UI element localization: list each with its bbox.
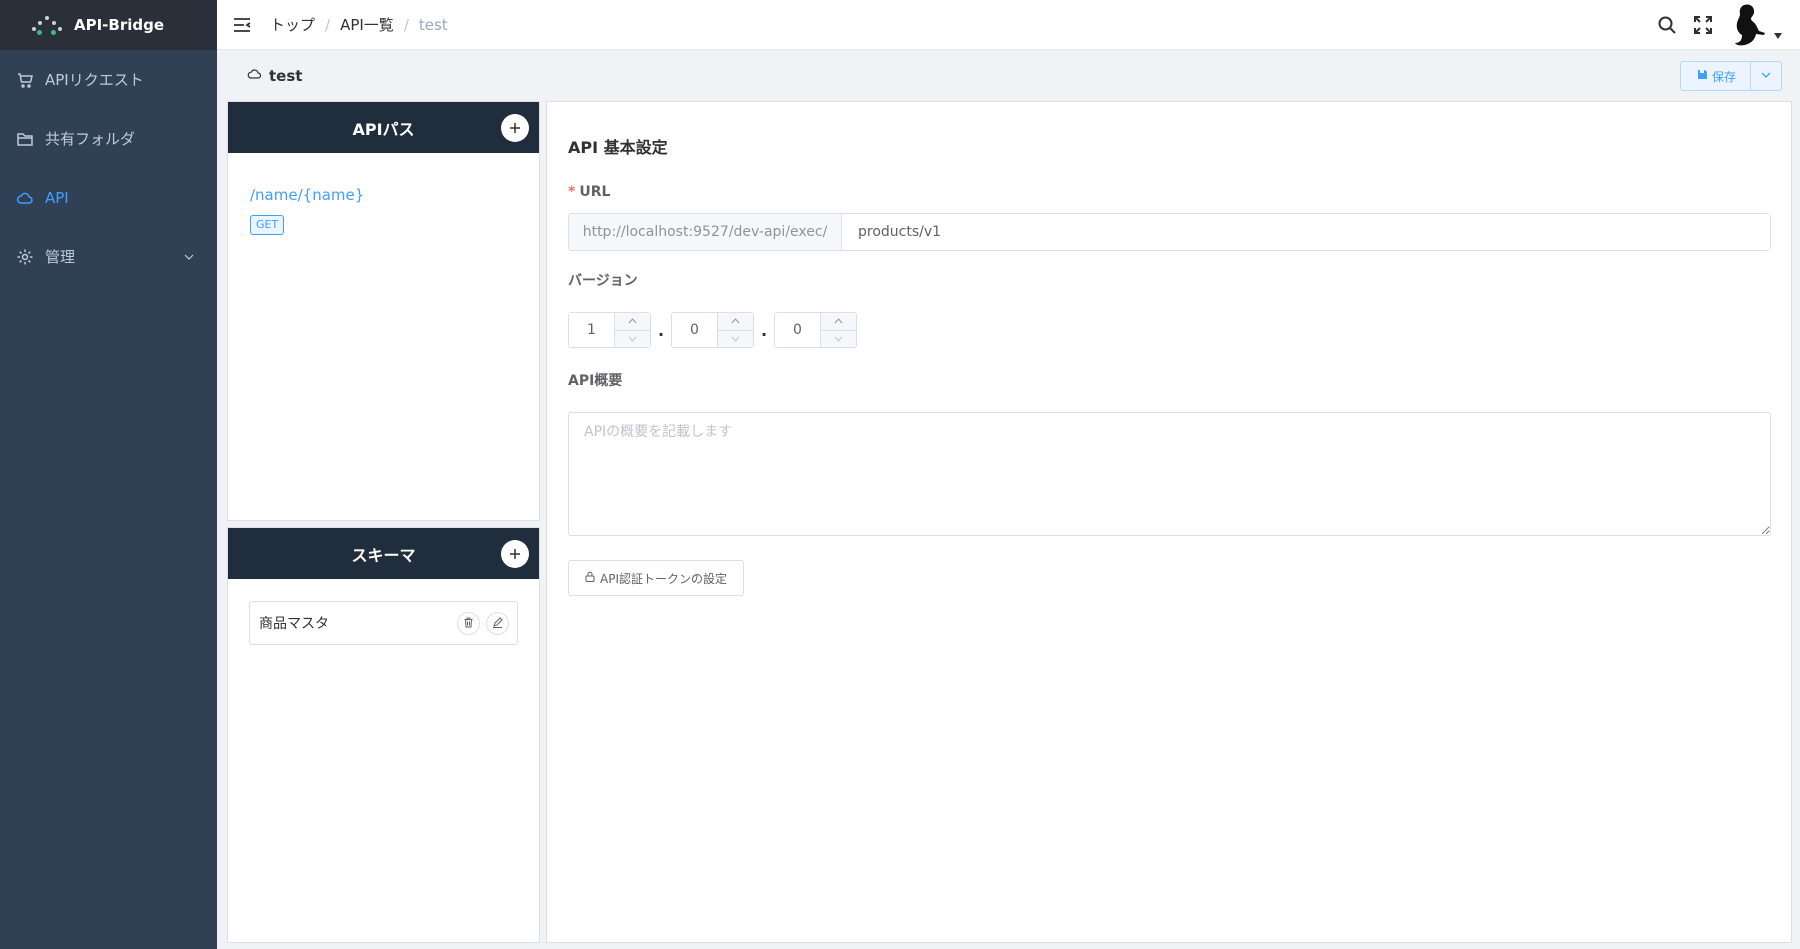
increment-patch-button[interactable] bbox=[821, 313, 856, 331]
decrement-major-button[interactable] bbox=[615, 331, 650, 348]
breadcrumb-top[interactable]: トップ bbox=[270, 14, 315, 35]
version-minor-input[interactable] bbox=[672, 313, 717, 347]
cloud-icon bbox=[247, 67, 263, 85]
url-input[interactable] bbox=[842, 214, 1770, 250]
decrement-patch-button[interactable] bbox=[821, 331, 856, 348]
page-header: test 保存 bbox=[217, 51, 1800, 100]
breadcrumb-separator: / bbox=[403, 15, 409, 34]
edit-schema-button[interactable] bbox=[486, 612, 509, 635]
pencil-icon bbox=[492, 616, 503, 632]
version-major-stepper bbox=[568, 312, 651, 348]
hamburger-icon[interactable] bbox=[232, 15, 252, 35]
save-label: 保存 bbox=[1711, 69, 1736, 84]
schema-item-actions bbox=[451, 612, 509, 635]
add-api-path-button[interactable] bbox=[501, 114, 529, 142]
api-path-header: APIパス bbox=[228, 102, 539, 153]
breadcrumb: トップ / API一覧 / test bbox=[270, 14, 448, 35]
search-icon[interactable] bbox=[1656, 14, 1678, 36]
folder-icon bbox=[16, 130, 34, 148]
chevron-down-icon bbox=[183, 249, 195, 267]
api-path-panel: APIパス /name/{name} GET bbox=[227, 101, 540, 521]
sidebar: API-Bridge APIリクエスト 共有フォルダ API 管理 bbox=[0, 0, 217, 949]
increment-major-button[interactable] bbox=[615, 313, 650, 331]
version-label: バージョン bbox=[568, 273, 638, 289]
navbar-right bbox=[1642, 0, 1782, 50]
stepper-buttons bbox=[614, 313, 650, 347]
plus-icon bbox=[509, 545, 521, 564]
save-button[interactable]: 保存 bbox=[1681, 62, 1751, 90]
version-separator: . bbox=[760, 320, 768, 340]
fullscreen-icon[interactable] bbox=[1692, 14, 1714, 36]
url-label-text: URL bbox=[579, 184, 611, 200]
schema-item-name: 商品マスタ bbox=[259, 616, 329, 632]
trash-icon bbox=[463, 616, 474, 632]
sidebar-item-api[interactable]: API bbox=[0, 168, 217, 227]
increment-minor-button[interactable] bbox=[718, 313, 753, 331]
required-mark: * bbox=[568, 184, 576, 200]
navbar: トップ / API一覧 / test bbox=[217, 0, 1800, 50]
sidebar-item-api-request[interactable]: APIリクエスト bbox=[0, 50, 217, 109]
save-dropdown-button[interactable] bbox=[1751, 62, 1781, 90]
url-label: * URL bbox=[568, 184, 610, 200]
method-badge: GET bbox=[250, 215, 285, 235]
breadcrumb-current: test bbox=[418, 15, 448, 34]
api-settings-panel: API 基本設定 * URL http://localhost:9527/dev-… bbox=[546, 101, 1792, 943]
breadcrumb-api-list[interactable]: API一覧 bbox=[340, 14, 394, 35]
schema-header-label: スキーマ bbox=[351, 545, 416, 565]
sidebar-item-label: API bbox=[45, 188, 69, 207]
decrement-minor-button[interactable] bbox=[718, 331, 753, 348]
avatar[interactable] bbox=[1728, 3, 1772, 47]
plus-icon bbox=[509, 119, 521, 138]
api-path-header-label: APIパス bbox=[352, 119, 415, 139]
chevron-down-icon bbox=[1760, 67, 1772, 85]
gear-icon bbox=[16, 248, 34, 266]
url-input-group: http://localhost:9527/dev-api/exec/ bbox=[568, 213, 1771, 251]
summary-textarea[interactable] bbox=[568, 412, 1771, 536]
caret-down-icon[interactable] bbox=[1774, 25, 1782, 43]
sidebar-item-label: 共有フォルダ bbox=[45, 130, 136, 148]
page-title-text: test bbox=[269, 66, 303, 85]
section-title: API 基本設定 bbox=[568, 138, 668, 157]
schema-item[interactable]: 商品マスタ bbox=[249, 601, 518, 645]
version-patch-input[interactable] bbox=[775, 313, 820, 347]
sidebar-item-shared-folder[interactable]: 共有フォルダ bbox=[0, 109, 217, 168]
stepper-buttons bbox=[717, 313, 753, 347]
delete-schema-button[interactable] bbox=[457, 612, 480, 635]
breadcrumb-separator: / bbox=[325, 15, 331, 34]
save-icon bbox=[1697, 69, 1708, 83]
app-name: API-Bridge bbox=[74, 16, 165, 34]
page-title: test bbox=[247, 67, 302, 85]
cloud-icon bbox=[16, 189, 34, 207]
logo-icon bbox=[30, 13, 64, 37]
url-prefix: http://localhost:9527/dev-api/exec/ bbox=[569, 214, 842, 250]
add-schema-button[interactable] bbox=[501, 540, 529, 568]
sidebar-menu: APIリクエスト 共有フォルダ API 管理 bbox=[0, 50, 217, 286]
save-button-group: 保存 bbox=[1679, 61, 1782, 91]
summary-label: API概要 bbox=[568, 373, 623, 389]
auth-token-label: API認証トークンの設定 bbox=[600, 571, 727, 586]
version-patch-stepper bbox=[774, 312, 857, 348]
version-major-input[interactable] bbox=[569, 313, 614, 347]
auth-token-button[interactable]: API認証トークンの設定 bbox=[568, 560, 744, 596]
version-minor-stepper bbox=[671, 312, 754, 348]
version-row: . . bbox=[568, 312, 857, 348]
sidebar-item-label: APIリクエスト bbox=[45, 71, 144, 89]
version-separator: . bbox=[657, 320, 665, 340]
stepper-buttons bbox=[820, 313, 856, 347]
logo[interactable]: API-Bridge bbox=[0, 0, 217, 50]
api-path-link[interactable]: /name/{name} bbox=[250, 186, 364, 204]
schema-panel: スキーマ 商品マスタ bbox=[227, 527, 540, 943]
cart-icon bbox=[16, 71, 34, 89]
sidebar-item-admin[interactable]: 管理 bbox=[0, 227, 217, 286]
lock-icon bbox=[585, 571, 595, 585]
schema-header: スキーマ bbox=[228, 528, 539, 579]
sidebar-item-label: 管理 bbox=[45, 248, 76, 266]
